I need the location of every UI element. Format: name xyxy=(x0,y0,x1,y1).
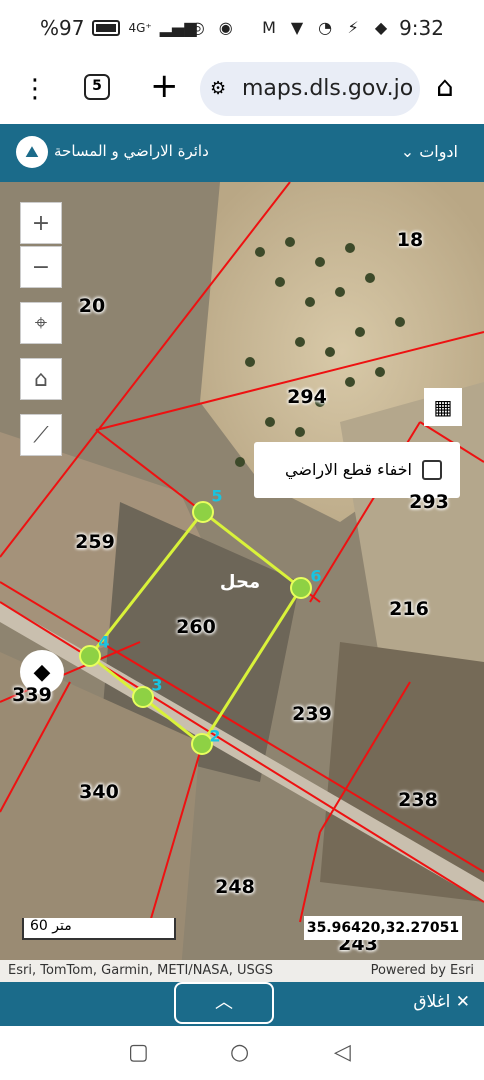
parcel-label: 259 xyxy=(75,531,115,553)
map-attribution: Esri, TomTom, Garmin, METI/NASA, USGS Po… xyxy=(0,960,484,982)
viber-icon: ◔ xyxy=(318,18,333,37)
system-nav-bar: ▢ ○ ◁ xyxy=(0,1026,484,1080)
browser-toolbar: ⋮ 5 + ⚙ maps.dls.gov.jo ⌂ xyxy=(0,56,484,124)
zoom-in-button[interactable]: + xyxy=(20,202,62,244)
zoom-out-button[interactable]: − xyxy=(20,246,62,288)
chevron-down-icon: ⌄ xyxy=(400,142,415,161)
parcel-label: 238 xyxy=(398,789,438,811)
back-icon[interactable]: ◁ xyxy=(334,1040,351,1065)
hide-parcels-toggle[interactable]: اخفاء قطع الاراضي xyxy=(254,442,460,498)
parcel-label: 18 xyxy=(396,229,424,251)
gmail-icon: M xyxy=(262,18,276,37)
tools-label: ادوات xyxy=(419,142,458,161)
bottom-panel-bar: ︿ اغلاق ✕ xyxy=(0,982,484,1026)
measure-icon[interactable]: ⟋ xyxy=(20,414,62,456)
expand-panel-button[interactable]: ︿ xyxy=(174,982,274,1024)
scale-bar: 60 متر xyxy=(22,918,176,940)
coordinates-readout: 35.96420,32.27051 xyxy=(304,916,462,940)
parcel-label: 216 xyxy=(389,598,429,620)
close-button[interactable]: اغلاق ✕ xyxy=(413,992,470,1012)
network-type: 4G⁺ xyxy=(128,21,152,35)
home-icon[interactable]: ⌂ xyxy=(436,70,454,103)
parcel-label: 239 xyxy=(292,703,332,725)
address-bar[interactable]: ⚙ maps.dls.gov.jo xyxy=(200,62,420,116)
vertex-label: 3 xyxy=(151,675,163,695)
hotspot-icon: ◎ xyxy=(190,18,205,37)
vertex-label: 4 xyxy=(98,632,110,652)
app-icon: ▼ xyxy=(290,18,304,37)
vertex-label: 5 xyxy=(211,486,223,506)
tools-menu-button[interactable]: ⌄ ادوات xyxy=(401,142,458,161)
signal-icon: ▂▄▆ xyxy=(159,18,197,37)
app-header: ⛰ دائرة الاراضي و المساحة ⌄ ادوات xyxy=(0,124,484,182)
parcel-label: 340 xyxy=(79,781,119,803)
messenger-icon: ⚡ xyxy=(347,18,359,37)
handwritten-note: محل xyxy=(219,571,261,593)
map-view[interactable]: + − ⌖ ⌂ ⟋ ◆ ▦ اخفاء قطع الاراضي 18 20 29… xyxy=(0,182,484,982)
eye-icon: ◉ xyxy=(218,18,233,37)
vertex-label: 6 xyxy=(310,566,322,586)
app-title: دائرة الاراضي و المساحة xyxy=(54,142,209,160)
home-nav-icon[interactable]: ○ xyxy=(230,1040,249,1065)
parcel-label: 293 xyxy=(409,491,449,513)
dls-logo-icon: ⛰ xyxy=(16,136,48,168)
url-text: maps.dls.gov.jo xyxy=(242,76,414,101)
scale-label: 60 متر xyxy=(30,918,72,934)
parcel-label: 248 xyxy=(215,876,255,898)
home-extent-icon[interactable]: ⌂ xyxy=(20,358,62,400)
close-label: اغلاق xyxy=(413,992,451,1012)
status-bar: %97 4G⁺ ▂▄▆ ◎ ◉ M ▼ ◔ ⚡ ◆ 9:32 xyxy=(0,0,484,56)
locate-icon[interactable]: ⌖ xyxy=(20,302,62,344)
qr-code-icon[interactable]: ▦ xyxy=(424,388,462,426)
battery-icon xyxy=(92,20,121,36)
parcel-label: 20 xyxy=(78,295,106,317)
vertex-label: 2 xyxy=(209,726,221,746)
chat-icon: ◆ xyxy=(374,18,388,37)
parcel-label: 339 xyxy=(12,684,52,706)
tab-switcher-button[interactable]: 5 xyxy=(84,74,110,100)
status-right: M ▼ ◔ ⚡ ◆ 9:32 xyxy=(259,16,444,40)
close-icon: ✕ xyxy=(455,992,470,1012)
more-menu-icon[interactable]: ⋮ xyxy=(22,74,48,104)
new-tab-icon[interactable]: + xyxy=(150,68,179,104)
parcel-label: 260 xyxy=(176,616,216,638)
hide-parcels-checkbox[interactable] xyxy=(422,460,442,480)
attribution-sources: Esri, TomTom, Garmin, METI/NASA, USGS xyxy=(8,963,274,978)
clock: 9:32 xyxy=(399,16,444,40)
parcel-label: 294 xyxy=(287,386,327,408)
hide-parcels-label: اخفاء قطع الاراضي xyxy=(285,460,412,479)
powered-by-esri[interactable]: Powered by Esri xyxy=(371,963,474,978)
recents-icon[interactable]: ▢ xyxy=(128,1040,149,1065)
chevron-up-icon: ︿ xyxy=(215,992,233,1013)
status-left: %97 4G⁺ ▂▄▆ ◎ ◉ xyxy=(40,16,236,40)
battery-percent: %97 xyxy=(40,16,85,40)
site-settings-icon[interactable]: ⚙ xyxy=(210,78,226,99)
